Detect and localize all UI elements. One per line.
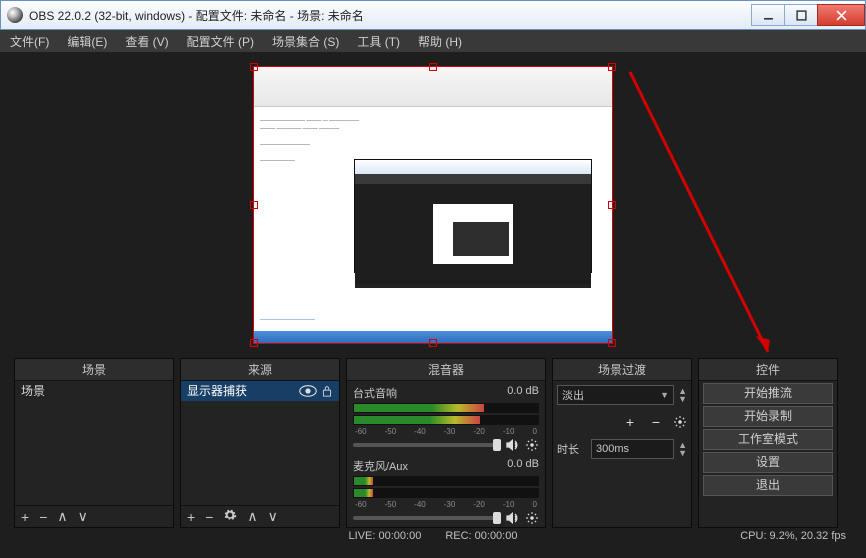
visibility-icon[interactable] [299,384,317,398]
menu-file[interactable]: 文件(F) [10,33,49,50]
annotation-arrow [620,62,840,362]
add-source-button[interactable]: + [187,509,195,525]
minimize-button[interactable] [751,4,785,26]
source-settings-button[interactable] [223,508,237,525]
status-live: LIVE: 00:00:00 [349,530,422,542]
panel-controls: 控件 开始推流 开始录制 工作室模式 设置 退出 [698,358,838,528]
studio-mode-button[interactable]: 工作室模式 [703,429,833,450]
source-up-button[interactable]: ∧ [247,508,257,525]
window-titlebar: OBS 22.0.2 (32-bit, windows) - 配置文件: 未命名… [0,0,866,30]
mixer-channel-mic: 麦克风/Aux0.0 dB -60-50-40-30-20-100 [347,454,545,527]
speaker-icon[interactable] [505,511,521,525]
start-streaming-button[interactable]: 开始推流 [703,383,833,404]
scene-up-button[interactable]: ∧ [57,508,67,525]
status-cpu: CPU: 9.2%, 20.32 fps [740,530,846,542]
add-transition-button[interactable]: + [621,413,639,431]
duration-input[interactable]: 300ms [591,439,674,459]
volume-slider[interactable] [353,516,501,520]
panel-mixer: 混音器 台式音响0.0 dB -60-50-40-30-20-100 麦克风/A… [346,358,546,528]
panel-transitions-header: 场景过渡 [553,359,691,381]
add-scene-button[interactable]: + [21,509,29,525]
audio-meter [353,488,539,498]
start-recording-button[interactable]: 开始录制 [703,406,833,427]
preview-area[interactable]: ————————— ——— — ————————— ————— ——— ————… [0,52,866,358]
menu-tools[interactable]: 工具 (T) [357,33,400,50]
remove-scene-button[interactable]: − [39,509,47,525]
menu-scene-collection[interactable]: 场景集合 (S) [272,33,339,50]
transition-select[interactable]: 淡出▼ [557,385,674,405]
panel-transitions: 场景过渡 淡出▼ ▲ ▼ + − 时长 300ms ▲ ▼ [552,358,692,528]
menu-help[interactable]: 帮助 (H) [418,33,462,50]
menubar: 文件(F) 编辑(E) 查看 (V) 配置文件 (P) 场景集合 (S) 工具 … [0,30,866,52]
status-rec: REC: 00:00:00 [445,530,517,542]
maximize-button[interactable] [784,4,818,26]
mixer-ch-name: 麦克风/Aux [353,458,408,474]
panel-mixer-header: 混音器 [347,359,545,381]
channel-settings-icon[interactable] [525,438,539,452]
panel-sources-header: 来源 [181,359,339,381]
statusbar: LIVE: 00:00:00 REC: 00:00:00 CPU: 9.2%, … [0,528,866,550]
chevron-down-icon: ▼ [660,390,669,400]
source-item-label: 显示器捕获 [187,381,247,401]
app-icon [7,7,23,23]
remove-source-button[interactable]: − [205,509,213,525]
chevron-down-icon[interactable]: ▼ [678,395,687,403]
mixer-ch-db: 0.0 dB [507,458,539,474]
menu-edit[interactable]: 编辑(E) [67,33,107,50]
duration-label: 时长 [557,441,587,457]
window-title: OBS 22.0.2 (32-bit, windows) - 配置文件: 未命名… [29,7,752,24]
lock-icon[interactable] [321,385,333,397]
source-down-button[interactable]: ∨ [268,508,278,525]
volume-slider[interactable] [353,443,501,447]
menu-view[interactable]: 查看 (V) [125,33,168,50]
transition-settings-icon[interactable] [673,415,687,429]
panel-sources: 来源 显示器捕获 + − ∧ ∨ [180,358,340,528]
mixer-ch-name: 台式音响 [353,385,397,401]
channel-settings-icon[interactable] [525,511,539,525]
audio-meter [353,403,539,413]
scene-item[interactable]: 场景 [15,381,173,401]
mixer-ch-db: 0.0 dB [507,385,539,401]
mixer-channel-desktop: 台式音响0.0 dB -60-50-40-30-20-100 [347,381,545,454]
source-item[interactable]: 显示器捕获 [181,381,339,401]
panel-scenes-header: 场景 [15,359,173,381]
audio-meter [353,476,539,486]
remove-transition-button[interactable]: − [647,413,665,431]
speaker-icon[interactable] [505,438,521,452]
exit-button[interactable]: 退出 [703,475,833,496]
panel-scenes: 场景 场景 + − ∧ ∨ [14,358,174,528]
audio-meter [353,415,539,425]
close-button[interactable] [817,4,865,26]
scene-down-button[interactable]: ∨ [78,508,88,525]
menu-profile[interactable]: 配置文件 (P) [187,33,254,50]
preview-source[interactable]: ————————— ——— — ————————— ————— ——— ————… [253,66,613,344]
settings-button[interactable]: 设置 [703,452,833,473]
chevron-down-icon[interactable]: ▼ [678,449,687,457]
panel-controls-header: 控件 [699,359,837,381]
